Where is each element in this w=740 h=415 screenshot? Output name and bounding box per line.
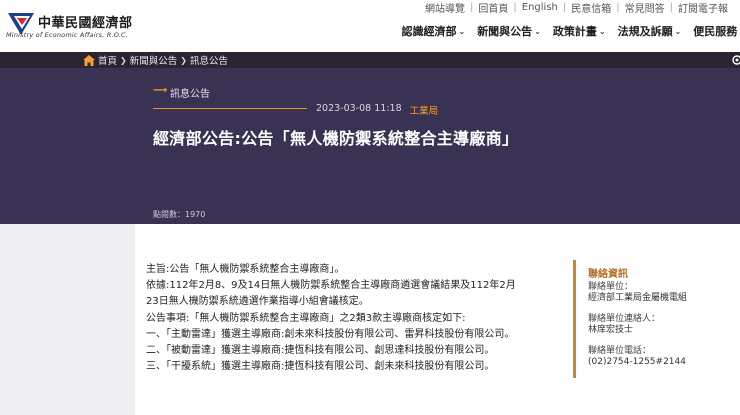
- article-line: 依據:112年2月8、9及14日無人機防禦系統整合主導廠商遴選會議結果及112年…: [146, 280, 516, 292]
- contact-unit-value: 經濟部工業局金屬機電組: [588, 293, 688, 303]
- main-nav: 認識經濟部 ⌄ 新聞與公告 ⌄ 政策計畫 ⌄ 法規及訴願 ⌄ 便民服務 ⌄: [389, 24, 740, 38]
- chevron-down-icon: ⌄: [598, 26, 606, 36]
- breadcrumb-separator-icon: ❯: [180, 55, 187, 65]
- contact-phone-value: (02)2754-1255#2144: [588, 357, 686, 367]
- contact-info: 聯絡資訊 聯絡單位： 經濟部工業局金屬機電組 聯絡單位連絡人： 林庠宏技士 聯絡…: [573, 260, 733, 378]
- breadcrumb-home[interactable]: 首頁: [98, 53, 117, 67]
- department-tag: 工業局: [409, 106, 439, 117]
- view-count: 點閱數：1970: [153, 210, 206, 219]
- util-link-sitemap[interactable]: 網站導覽: [425, 0, 465, 15]
- contact-title: 聯絡資訊: [588, 269, 628, 280]
- settings-icon[interactable]: [732, 55, 740, 65]
- chevron-down-icon: ⌄: [674, 26, 682, 36]
- utility-links: 網站導覽 | 回首頁 | English | 民意信箱 | 常見問答 | 訂閱電…: [425, 0, 728, 15]
- publish-date: 2023-03-08 11:18: [316, 103, 402, 114]
- article-line: 二、「被動雷達」獲選主導廠商:捷恆科技有限公司、創思達科技股份有限公司。: [146, 345, 495, 357]
- site-logo[interactable]: 中華民國經濟部 Ministry of Economic Affairs, R.…: [6, 8, 141, 40]
- logo-chinese-name: 中華民國經濟部: [38, 16, 133, 31]
- breadcrumb: 首頁 ❯ 新聞與公告 ❯ 訊息公告: [83, 53, 228, 67]
- nav-services[interactable]: 便民服務 ⌄: [693, 23, 740, 39]
- article-hero: ⟶ 訊息公告 2023-03-08 11:18 工業局 經濟部公告:公告「無人機…: [0, 68, 740, 224]
- divider: [153, 108, 307, 109]
- contact-unit-label: 聯絡單位：: [588, 282, 634, 292]
- util-link-mailbox[interactable]: 民意信箱: [571, 0, 611, 15]
- page-title: 經濟部公告:公告「無人機防禦系統整合主導廠商」: [153, 129, 519, 148]
- util-link-home[interactable]: 回首頁: [478, 0, 508, 15]
- article-line: 主旨:公告「無人機防禦系統整合主導廠商」。: [146, 264, 345, 275]
- util-link-newsletter[interactable]: 訂閱電子報: [678, 0, 728, 15]
- contact-person-value: 林庠宏技士: [588, 325, 634, 335]
- category-label: 訊息公告: [170, 89, 210, 100]
- breadcrumb-current[interactable]: 訊息公告: [190, 53, 228, 67]
- logo-english-name: Ministry of Economic Affairs, R.O.C.: [6, 31, 129, 39]
- nav-policy[interactable]: 政策計畫 ⌄: [553, 23, 606, 39]
- breadcrumb-news[interactable]: 新聞與公告: [130, 53, 178, 67]
- util-link-english[interactable]: English: [522, 2, 558, 13]
- util-link-faq[interactable]: 常見問答: [625, 0, 665, 15]
- contact-phone-label: 聯絡單位電話：: [588, 346, 652, 356]
- site-header: 中華民國經濟部 Ministry of Economic Affairs, R.…: [0, 0, 740, 52]
- article-line: 三、「干擾系統」獲選主導廠商:捷恆科技有限公司、創未來科技股份有限公司。: [146, 361, 495, 373]
- chevron-down-icon: ⌄: [534, 26, 541, 36]
- breadcrumb-separator-icon: ❯: [120, 55, 127, 65]
- breadcrumb-bar: 首頁 ❯ 新聞與公告 ❯ 訊息公告: [0, 52, 740, 68]
- nav-news[interactable]: 新聞與公告 ⌄: [477, 23, 541, 39]
- nav-about[interactable]: 認識經濟部 ⌄: [401, 23, 465, 39]
- contact-person-label: 聯絡單位連絡人：: [588, 314, 661, 324]
- article-line: 23日無人機防禦系統遴選作業指導小組會議核定。: [146, 296, 369, 308]
- chevron-down-icon: ⌄: [458, 26, 466, 36]
- home-icon[interactable]: [83, 54, 95, 66]
- article-content: 主旨:公告「無人機防禦系統整合主導廠商」。 依據:112年2月8、9及14日無人…: [135, 224, 740, 415]
- article-body: 主旨:公告「無人機防禦系統整合主導廠商」。 依據:112年2月8、9及14日無人…: [146, 262, 566, 375]
- article-meta: 2023-03-08 11:18 工業局: [316, 103, 438, 117]
- article-line: 一、「主動雷達」獲選主導廠商:創未來科技股份有限公司、雷昇科技股份有限公司。: [146, 328, 515, 340]
- article-line: 公告事項:「無人機防禦系統整合主導廠商」之2類3款主導廠商核定如下:: [146, 312, 466, 324]
- category-arrow-icon: ⟶: [153, 85, 168, 96]
- nav-regulations[interactable]: 法規及訴願 ⌄: [618, 23, 682, 39]
